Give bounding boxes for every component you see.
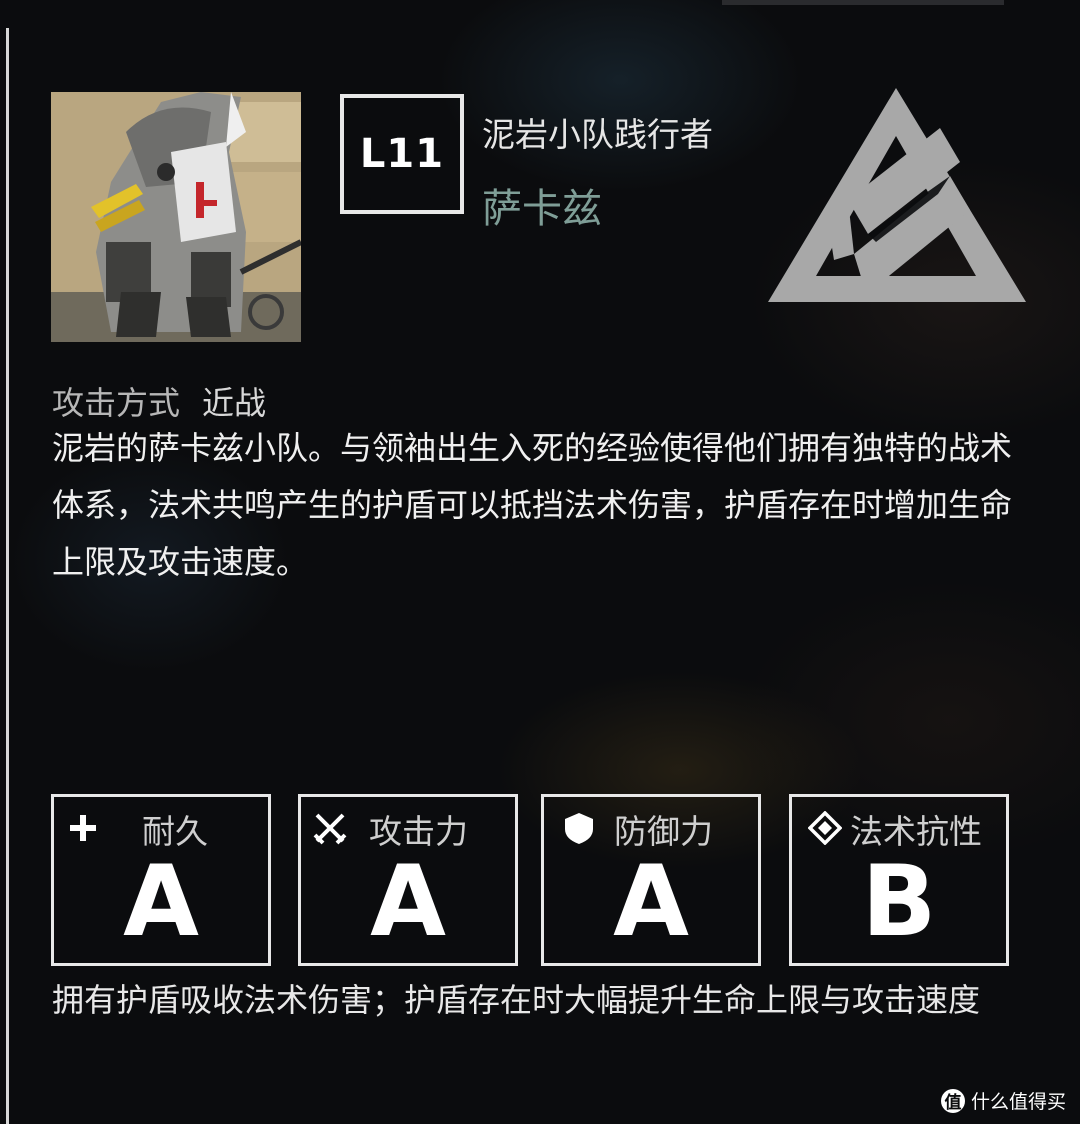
stat-grade: B [861, 845, 937, 959]
level-badge: L11 [340, 94, 464, 214]
attack-mode-label: 攻击方式 [52, 384, 181, 422]
diamond-icon [807, 810, 843, 846]
watermark-logo-icon: 值 [940, 1088, 965, 1113]
attack-mode: 攻击方式 近战 [52, 378, 266, 424]
watermark-text: 什么值得买 [970, 1091, 1066, 1113]
stat-card-defense: 防御力 A [541, 794, 761, 966]
unit-trait: 拥有护盾吸收法术伤害；护盾存在时大幅提升生命上限与攻击速度 [52, 981, 981, 1019]
stat-grade: A [370, 845, 446, 959]
crossed-swords-icon [313, 811, 347, 845]
shield-icon [562, 811, 596, 845]
stat-card-attack: 攻击力 A [298, 794, 518, 966]
stat-grade: A [123, 845, 199, 959]
stat-card-arts-resistance: 法术抗性 B [789, 794, 1009, 966]
stat-grade: A [613, 845, 689, 959]
unit-portrait [51, 92, 301, 342]
plus-icon [66, 811, 100, 845]
watermark: 值 什么值得买 [940, 1087, 1066, 1114]
unit-name: 萨卡兹 [482, 186, 602, 232]
stat-card-durability: 耐久 A [51, 794, 271, 966]
top-scroll-bar[interactable] [722, 0, 1004, 5]
unit-description: 泥岩的萨卡兹小队。与领袖出生入死的经验使得他们拥有独特的战术体系，法术共鸣产生的… [52, 429, 1013, 581]
attack-mode-value: 近战 [202, 384, 267, 422]
faction-emblem-icon [764, 84, 1030, 318]
unit-subtitle: 泥岩小队践行者 [482, 115, 713, 154]
left-divider [6, 28, 9, 1124]
